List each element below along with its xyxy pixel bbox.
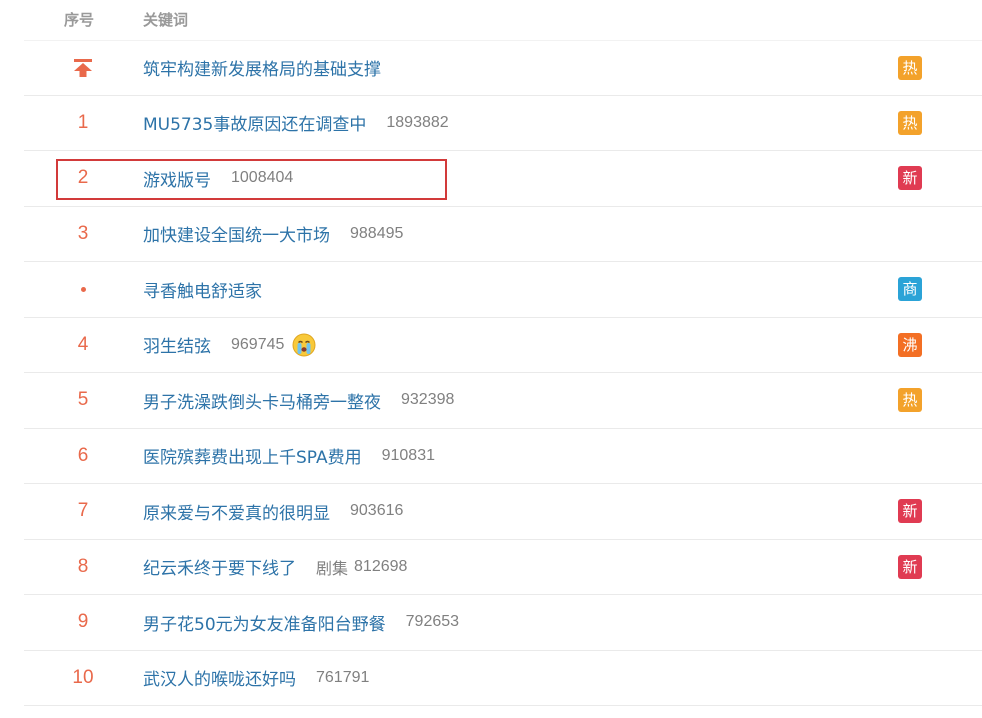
- table-row[interactable]: 4 羽生结弦 969745 沸: [24, 318, 982, 373]
- rank-cell: 8: [24, 540, 142, 595]
- rank-cell: 5: [24, 373, 142, 428]
- row-content: 男子洗澡跌倒头卡马桶旁一整夜 932398: [143, 373, 454, 428]
- row-content: 男子花50元为女友准备阳台野餐 792653: [143, 595, 459, 650]
- keyword-link[interactable]: 医院殡葬费出现上千SPA费用: [143, 443, 362, 468]
- rows-container: 筑牢构建新发展格局的基础支撑热 1 MU5735事故原因还在调查中 1893882 热 2…: [24, 40, 982, 706]
- rank-column-header: 序号: [64, 11, 95, 29]
- status-badge: 新: [898, 499, 922, 524]
- dot-icon: [80, 286, 86, 292]
- status-badge: 热: [898, 388, 922, 413]
- rank-cell: [24, 41, 142, 95]
- keyword-link[interactable]: 加快建设全国统一大市场: [143, 221, 330, 246]
- row-content: 纪云禾终于要下线了 剧集 812698: [143, 540, 407, 595]
- heat-count: 903616: [350, 502, 404, 520]
- keyword-link[interactable]: 男子洗澡跌倒头卡马桶旁一整夜: [143, 388, 381, 413]
- rank-number: 6: [77, 444, 89, 466]
- rank-number: 5: [77, 389, 89, 411]
- table-row[interactable]: 10 武汉人的喉咙还好吗 761791: [24, 651, 982, 706]
- heat-count: 969745: [231, 335, 285, 353]
- rank-cell: 9: [24, 595, 142, 650]
- table-row[interactable]: 3 加快建设全国统一大市场 988495: [24, 207, 982, 262]
- status-badge: 热: [898, 110, 922, 135]
- row-content: 寻香触电舒适家: [143, 262, 262, 317]
- keyword-link[interactable]: 寻香触电舒适家: [143, 277, 262, 302]
- status-badge: 新: [898, 166, 922, 191]
- pin-top-icon: [74, 58, 92, 77]
- list-header: 序号 关键词: [24, 0, 982, 40]
- heat-count: 1893882: [386, 113, 449, 131]
- status-badge: 热: [898, 55, 922, 80]
- rank-number: 1: [77, 111, 89, 133]
- keyword-link[interactable]: 武汉人的喉咙还好吗: [143, 665, 296, 690]
- table-row[interactable]: 7 原来爱与不爱真的很明显 903616 新: [24, 484, 982, 540]
- rank-cell: 7: [24, 484, 142, 539]
- status-badge: 沸: [898, 332, 922, 357]
- rank-cell: 1: [24, 96, 142, 151]
- row-content: 羽生结弦 969745: [143, 318, 316, 373]
- rank-cell: 3: [24, 207, 142, 262]
- row-content: MU5735事故原因还在调查中 1893882: [143, 96, 449, 151]
- heat-count: 988495: [350, 224, 404, 242]
- row-content: 原来爱与不爱真的很明显 903616: [143, 484, 403, 539]
- hot-search-list: 序号 关键词 筑牢构建新发展格局的基础支撑热 1 MU5735事故原因还在调查中 18…: [24, 0, 982, 706]
- table-row[interactable]: 8 纪云禾终于要下线了 剧集 812698 新: [24, 540, 982, 595]
- status-badge: 商: [898, 277, 922, 302]
- row-content: 加快建设全国统一大市场 988495: [143, 207, 403, 262]
- table-row[interactable]: 9 男子花50元为女友准备阳台野餐 792653: [24, 595, 982, 651]
- rank-cell: 10: [24, 651, 142, 706]
- keyword-link[interactable]: MU5735事故原因还在调查中: [143, 110, 366, 135]
- keyword-link[interactable]: 纪云禾终于要下线了: [143, 554, 296, 579]
- keyword-link[interactable]: 原来爱与不爱真的很明显: [143, 499, 330, 524]
- rank-number: 9: [77, 611, 89, 633]
- heat-count: 932398: [401, 391, 455, 409]
- heat-count: 910831: [381, 446, 435, 464]
- rank-number: 8: [77, 555, 89, 577]
- table-row[interactable]: 5 男子洗澡跌倒头卡马桶旁一整夜 932398 热: [24, 373, 982, 429]
- heat-count: 792653: [405, 613, 460, 631]
- keyword-link[interactable]: 男子花50元为女友准备阳台野餐: [143, 610, 386, 635]
- category-label: 剧集: [316, 558, 349, 578]
- heat-count: 761791: [316, 668, 370, 686]
- keyword-column-header: 关键词: [143, 11, 189, 29]
- rank-number: 10: [72, 666, 94, 688]
- rank-cell: [24, 262, 142, 317]
- rank-number: 4: [77, 333, 89, 355]
- status-badge: 新: [898, 554, 922, 579]
- row-content: 医院殡葬费出现上千SPA费用 910831: [143, 429, 435, 484]
- highlight-box: [56, 159, 447, 200]
- rank-cell: 4: [24, 318, 142, 373]
- rank-number: 7: [77, 500, 89, 522]
- crying-face-icon: [292, 333, 316, 357]
- keyword-link[interactable]: 筑牢构建新发展格局的基础支撑: [143, 55, 381, 80]
- table-row[interactable]: 筑牢构建新发展格局的基础支撑 热: [24, 40, 982, 96]
- rank-cell: 6: [24, 429, 142, 484]
- keyword-link[interactable]: 羽生结弦: [143, 332, 211, 357]
- row-content: 武汉人的喉咙还好吗 761791: [143, 651, 369, 706]
- heat-count: 812698: [354, 557, 408, 575]
- row-content: 筑牢构建新发展格局的基础支撑: [143, 41, 381, 95]
- table-row[interactable]: 6 医院殡葬费出现上千SPA费用 910831: [24, 429, 982, 484]
- table-row[interactable]: 寻香触电舒适家 商: [24, 262, 982, 318]
- rank-number: 3: [77, 222, 89, 244]
- table-row[interactable]: 1 MU5735事故原因还在调查中 1893882 热: [24, 96, 982, 151]
